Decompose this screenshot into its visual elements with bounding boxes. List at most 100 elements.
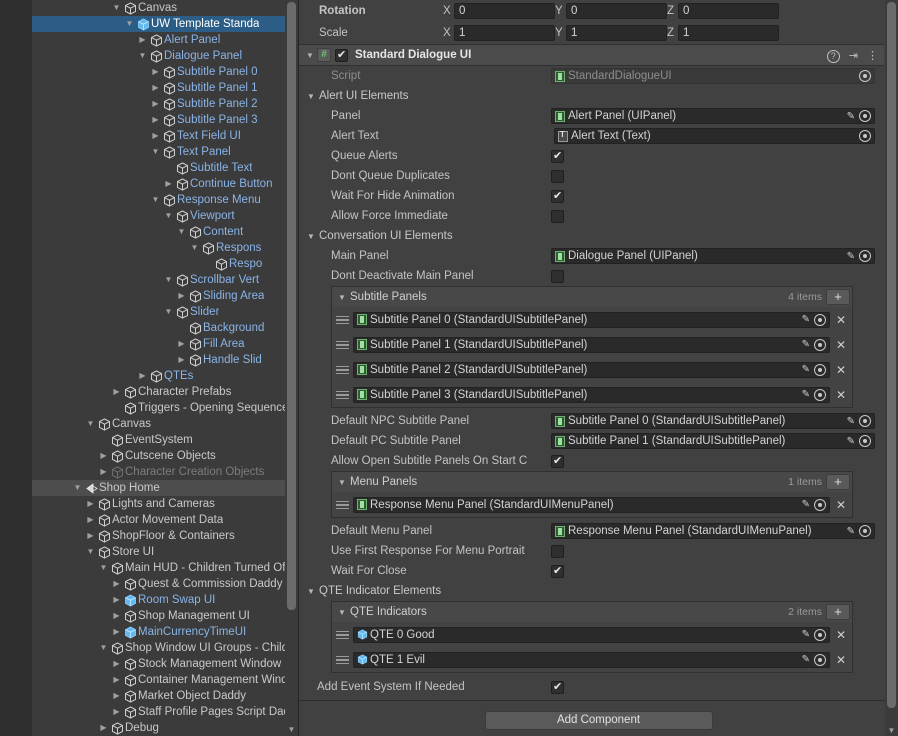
hierarchy-foldout-icon[interactable]: ▶ <box>110 384 123 400</box>
hierarchy-row[interactable]: ▶ Subtitle Panel 1 <box>32 80 298 96</box>
drag-handle-icon[interactable] <box>336 365 349 375</box>
hierarchy-row[interactable]: ▶ Lights and Cameras <box>32 496 298 512</box>
hierarchy-row[interactable]: ▼ Response Menu <box>32 192 298 208</box>
hierarchy-row[interactable]: ▼Shop Home⋮ <box>32 480 298 496</box>
hierarchy-row[interactable]: ▶ Stock Management Window Inv <box>32 656 298 672</box>
edit-pencil-icon[interactable]: ✎ <box>802 499 810 510</box>
hierarchy-row[interactable]: ▶ EventSystem <box>32 432 298 448</box>
array-item-row[interactable]: Response Menu Panel (StandardUIMenuPanel… <box>332 492 852 517</box>
hierarchy-row[interactable]: ▶ Staff Profile Pages Script Daddy <box>32 704 298 720</box>
menu-panels-header[interactable]: ▼ Menu Panels 1 items + <box>332 472 852 492</box>
hierarchy-foldout-icon[interactable]: ▶ <box>97 720 110 736</box>
allow-open-subtitle-panels-checkbox[interactable] <box>551 454 564 468</box>
hierarchy-row[interactable]: ▶ Character Creation Objects <box>32 464 298 480</box>
array-item-remove-button[interactable]: ✕ <box>836 363 846 377</box>
array-item-object-field[interactable]: Subtitle Panel 0 (StandardUISubtitlePane… <box>353 311 830 328</box>
array-item-object-field[interactable]: QTE 0 Good ✎ <box>353 626 830 643</box>
hierarchy-row[interactable]: ▼ Canvas <box>32 416 298 432</box>
hierarchy-foldout-icon[interactable]: ▼ <box>123 16 136 32</box>
hierarchy-foldout-icon[interactable]: ▶ <box>149 80 162 96</box>
section-qte-indicator-elements[interactable]: ▼ QTE Indicator Elements <box>299 581 884 601</box>
hierarchy-row[interactable]: ▼ Content <box>32 224 298 240</box>
script-picker-icon[interactable] <box>859 70 871 82</box>
object-picker-icon[interactable] <box>814 313 826 326</box>
edit-pencil-icon[interactable]: ✎ <box>802 339 810 350</box>
hierarchy-foldout-icon[interactable]: ▶ <box>84 512 97 528</box>
hierarchy-foldout-icon[interactable]: ▼ <box>162 272 175 288</box>
object-picker-icon[interactable] <box>814 498 826 511</box>
hierarchy-row[interactable]: ▼ Dialogue Panel <box>32 48 298 64</box>
array-item-remove-button[interactable]: ✕ <box>836 653 846 667</box>
hierarchy-row[interactable]: ▶ Character Prefabs <box>32 384 298 400</box>
array-item-remove-button[interactable]: ✕ <box>836 313 846 327</box>
hierarchy-row[interactable]: ▶ Debug <box>32 720 298 736</box>
scale-y-group[interactable]: Y 1 <box>555 25 667 41</box>
qte-indicators-add-button[interactable]: + <box>826 604 850 620</box>
hierarchy-foldout-icon[interactable]: ▶ <box>149 112 162 128</box>
scale-z-input[interactable]: 1 <box>678 25 779 41</box>
hierarchy-foldout-icon[interactable]: ▼ <box>162 304 175 320</box>
allow-force-immediate-checkbox[interactable] <box>551 209 564 223</box>
menu-panels-add-button[interactable]: + <box>826 474 850 490</box>
hierarchy-foldout-icon[interactable]: ▶ <box>149 96 162 112</box>
edit-pencil-icon[interactable]: ✎ <box>802 364 810 375</box>
qte-indicators-foldout-icon[interactable]: ▼ <box>338 608 350 617</box>
hierarchy-row[interactable]: ▶ Continue Button <box>32 176 298 192</box>
subtitle-panels-header[interactable]: ▼ Subtitle Panels 4 items + <box>332 287 852 307</box>
hierarchy-foldout-icon[interactable]: ▼ <box>149 192 162 208</box>
object-picker-icon[interactable] <box>859 435 871 447</box>
subtitle-panels-add-button[interactable]: + <box>826 289 850 305</box>
object-picker-icon[interactable] <box>859 130 871 142</box>
alert-panel-object-field[interactable]: Alert Panel (UIPanel) ✎ <box>551 108 875 124</box>
hierarchy-foldout-icon[interactable]: ▶ <box>110 608 123 624</box>
hierarchy-row[interactable]: ▶ Handle Slid <box>32 352 298 368</box>
hierarchy-row[interactable]: ▶ Container Management Window <box>32 672 298 688</box>
rotation-y-group[interactable]: Y 0 <box>555 3 667 19</box>
hierarchy-foldout-icon[interactable]: ▶ <box>110 656 123 672</box>
edit-pencil-icon[interactable]: ✎ <box>802 654 810 665</box>
hierarchy-foldout-icon[interactable]: ▶ <box>175 336 188 352</box>
hierarchy-scrollbar[interactable]: ▼ <box>285 0 298 736</box>
array-item-row[interactable]: QTE 1 Evil ✎ ✕ <box>332 647 852 672</box>
rotation-x-group[interactable]: X 0 <box>443 3 555 19</box>
hierarchy-foldout-icon[interactable]: ▶ <box>110 672 123 688</box>
array-item-object-field[interactable]: Subtitle Panel 2 (StandardUISubtitlePane… <box>353 361 830 378</box>
queue-alerts-checkbox[interactable] <box>551 149 564 163</box>
hierarchy-row[interactable]: ▶ Text Field UI <box>32 128 298 144</box>
hierarchy-foldout-icon[interactable]: ▼ <box>71 480 84 496</box>
hierarchy-foldout-icon[interactable]: ▶ <box>175 352 188 368</box>
edit-pencil-icon[interactable]: ✎ <box>802 389 810 400</box>
hierarchy-row[interactable]: ▶ Subtitle Panel 2 <box>32 96 298 112</box>
hierarchy-row[interactable]: ▼ Store UI <box>32 544 298 560</box>
add-component-button[interactable]: Add Component <box>484 711 713 730</box>
drag-handle-icon[interactable] <box>336 655 349 665</box>
array-item-object-field[interactable]: Response Menu Panel (StandardUIMenuPanel… <box>353 496 830 513</box>
hierarchy-foldout-icon[interactable]: ▼ <box>84 544 97 560</box>
hierarchy-foldout-icon[interactable]: ▶ <box>110 624 123 640</box>
array-item-row[interactable]: Subtitle Panel 2 (StandardUISubtitlePane… <box>332 357 852 382</box>
hierarchy-row[interactable]: ▼ Respons <box>32 240 298 256</box>
hierarchy-row[interactable]: ▶ Market Object Daddy <box>32 688 298 704</box>
add-event-system-checkbox[interactable] <box>551 680 564 694</box>
wait-for-hide-animation-checkbox[interactable] <box>551 189 564 203</box>
array-item-row[interactable]: QTE 0 Good ✎ ✕ <box>332 622 852 647</box>
edit-pencil-icon[interactable]: ✎ <box>847 111 855 122</box>
hierarchy-foldout-icon[interactable]: ▼ <box>175 224 188 240</box>
hierarchy-row[interactable]: ▶ ShopFloor & Containers <box>32 528 298 544</box>
hierarchy-foldout-icon[interactable]: ▶ <box>149 64 162 80</box>
hierarchy-row[interactable]: ▼ Scrollbar Vert <box>32 272 298 288</box>
hierarchy-row[interactable]: ▼ Viewport <box>32 208 298 224</box>
hierarchy-row[interactable]: ▼ Slider <box>32 304 298 320</box>
hierarchy-row[interactable]: ▶ Alert Panel <box>32 32 298 48</box>
array-item-object-field[interactable]: QTE 1 Evil ✎ <box>353 651 830 668</box>
object-picker-icon[interactable] <box>814 388 826 401</box>
hierarchy-foldout-icon[interactable]: ▼ <box>97 560 110 576</box>
array-item-remove-button[interactable]: ✕ <box>836 388 846 402</box>
array-item-remove-button[interactable]: ✕ <box>836 628 846 642</box>
hierarchy-scrollbar-thumb[interactable] <box>287 2 296 610</box>
hierarchy-row[interactable]: ▶MainCurrencyTimeUI› <box>32 624 298 640</box>
scale-z-group[interactable]: Z 1 <box>667 25 779 41</box>
dont-deactivate-main-panel-checkbox[interactable] <box>551 269 564 283</box>
alert-text-object-field[interactable]: Alert Text (Text) <box>554 128 875 144</box>
hierarchy-foldout-icon[interactable]: ▶ <box>110 704 123 720</box>
